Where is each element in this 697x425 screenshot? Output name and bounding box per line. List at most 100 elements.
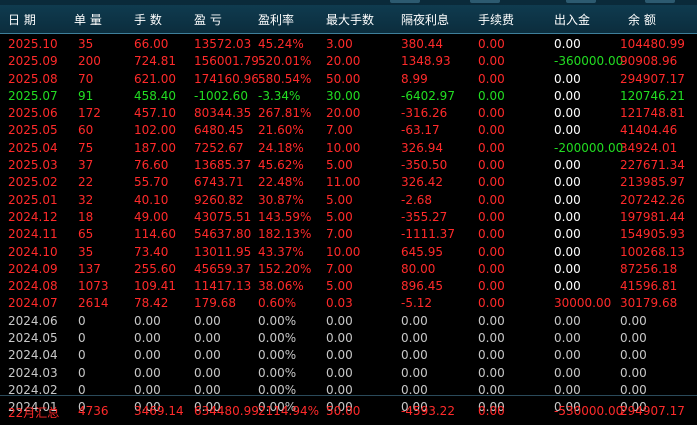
row-cell-lots: 78.42 xyxy=(134,296,169,311)
row-cell-max-lots: 3.00 xyxy=(326,37,353,51)
table-row[interactable]: 2025.08 70 621.00 174160.96 580.54% 50.00 8.99… xyxy=(0,71,697,88)
row-cell-deposit-withdraw: 0.00 xyxy=(554,175,581,190)
table-row[interactable]: 2024.10 35 73.40 13011.95 43.37% 10.00 645.95 0… xyxy=(0,244,697,261)
row-cell-balance: 197981.44 xyxy=(620,209,685,224)
row-cell-commission: 0.00 xyxy=(478,331,505,346)
row-cell-profit: 80344.35 xyxy=(194,106,252,121)
row-cell-date: 2024.10 xyxy=(8,244,58,259)
table-row[interactable]: 2024.11 65 114.60 54637.80 182.13% 7.00 -1111.… xyxy=(0,226,697,243)
row-cell-lots: 49.00 xyxy=(134,209,169,224)
table-row[interactable]: 2025.05 60 102.00 6480.45 21.60% 7.00 -63.17 0.… xyxy=(0,122,697,139)
row-cell-profit-rate: 43.37% xyxy=(258,244,304,259)
table-row[interactable]: 2025.06 172 457.10 80344.35 267.81% 20.00 -316… xyxy=(0,105,697,122)
row-cell-lots: 66.00 xyxy=(134,37,169,51)
column-header-swap[interactable]: 隔夜利息 xyxy=(401,11,449,28)
column-header-profit[interactable]: 盈 亏 xyxy=(194,11,222,28)
table-row[interactable]: 2025.09 200 724.81 156001.79 520.01% 20.00 134… xyxy=(0,53,697,70)
row-cell-swap: 0.00 xyxy=(401,365,428,380)
row-cell-lots: 0.00 xyxy=(134,348,161,363)
table-row[interactable]: 2024.06 0 0.00 0.00 0.00% 0.00 0.00 0.00 0.00 0.0… xyxy=(0,313,697,330)
row-cell-profit-rate: 520.01% xyxy=(258,54,312,69)
toolbar-button[interactable] xyxy=(390,0,420,3)
row-cell-balance: 90908.96 xyxy=(620,54,678,69)
column-header-lots[interactable]: 手 数 xyxy=(134,11,162,28)
row-cell-swap: 645.95 xyxy=(401,244,443,259)
row-cell-max-lots: 0.00 xyxy=(326,348,353,363)
row-cell-orders: 137 xyxy=(78,261,101,276)
row-cell-deposit-withdraw: 0.00 xyxy=(554,71,581,86)
toolbar-button[interactable] xyxy=(470,0,500,3)
table-row[interactable]: 2024.12 18 49.00 43075.51 143.59% 5.00 -355.27… xyxy=(0,209,697,226)
row-cell-date: 2025.09 xyxy=(8,54,58,69)
row-cell-profit: 6480.45 xyxy=(194,123,244,138)
row-cell-commission: 0.00 xyxy=(478,123,505,138)
row-cell-swap: -5.12 xyxy=(401,296,433,311)
column-header-deposit-withdraw[interactable]: 出入金 xyxy=(554,11,590,28)
column-header-orders[interactable]: 单 量 xyxy=(74,11,102,28)
summary-cell-swap: -4593.22 xyxy=(401,404,455,418)
table-row[interactable]: 2025.07 91 458.40 -1002.60 -3.34% 30.00 -6402.… xyxy=(0,88,697,105)
table-row[interactable]: 2024.05 0 0.00 0.00 0.00% 0.00 0.00 0.00 0.00 0.0… xyxy=(0,330,697,347)
row-cell-lots: 255.60 xyxy=(134,261,176,276)
toolbar-button[interactable] xyxy=(645,0,675,3)
row-cell-orders: 0 xyxy=(78,313,86,328)
row-cell-balance: 30179.68 xyxy=(620,296,678,311)
row-cell-deposit-withdraw: -200000.00 xyxy=(554,140,624,155)
row-cell-balance: 0.00 xyxy=(620,348,647,363)
row-cell-swap: -355.27 xyxy=(401,209,448,224)
row-cell-deposit-withdraw: 0.00 xyxy=(554,279,581,294)
row-cell-commission: 0.00 xyxy=(478,71,505,86)
row-cell-swap: 80.00 xyxy=(401,261,436,276)
row-cell-max-lots: 30.00 xyxy=(326,88,361,103)
row-cell-orders: 37 xyxy=(78,158,94,173)
summary-cell-lots: 3469.14 xyxy=(134,404,184,418)
table-row[interactable]: 2024.07 2614 78.42 179.68 0.60% 0.03 -5.12 0.00… xyxy=(0,295,697,312)
row-cell-lots: 40.10 xyxy=(134,192,169,207)
row-cell-profit: 174160.96 xyxy=(194,71,259,86)
table-header: 日 期 单 量 手 数 盈 亏 盈利率 最大手数 隔夜利息 手续费 出入金 余 … xyxy=(0,5,697,34)
row-cell-commission: 0.00 xyxy=(478,140,505,155)
column-header-balance[interactable]: 余 额 xyxy=(628,11,656,28)
column-header-commission[interactable]: 手续费 xyxy=(478,11,514,28)
row-cell-deposit-withdraw: 0.00 xyxy=(554,192,581,207)
summary-row: 22月汇总 4736 3469.14 634480.99 2114.94% 50.00 -4… xyxy=(0,403,697,421)
column-header-date[interactable]: 日 期 xyxy=(8,11,36,28)
table-row[interactable]: 2025.04 75 187.00 7252.67 24.18% 10.00 326.94 0… xyxy=(0,140,697,157)
row-cell-date: 2025.10 xyxy=(8,37,58,51)
column-header-max-lots[interactable]: 最大手数 xyxy=(326,11,374,28)
table-row[interactable]: 2024.03 0 0.00 0.00 0.00% 0.00 0.00 0.00 0.00 0.0… xyxy=(0,365,697,382)
column-header-profit-rate[interactable]: 盈利率 xyxy=(258,11,294,28)
toolbar-button[interactable] xyxy=(566,0,596,3)
summary-cell-date: 22月汇总 xyxy=(8,406,60,420)
row-cell-orders: 35 xyxy=(78,37,94,51)
table-row[interactable]: 2024.04 0 0.00 0.00 0.00% 0.00 0.00 0.00 0.00 0.0… xyxy=(0,347,697,364)
row-cell-date: 2025.06 xyxy=(8,106,58,121)
row-cell-profit-rate: 45.62% xyxy=(258,158,304,173)
table-row[interactable]: 2025.01 32 40.10 9260.82 30.87% 5.00 -2.68 0.00… xyxy=(0,192,697,209)
row-cell-balance: 0.00 xyxy=(620,331,647,346)
table-row[interactable]: 2025.02 22 55.70 6743.71 22.48% 11.00 326.42 0.… xyxy=(0,174,697,191)
row-cell-profit-rate: 45.24% xyxy=(258,37,304,51)
row-cell-deposit-withdraw: 0.00 xyxy=(554,365,581,380)
table-row[interactable]: 2024.02 0 0.00 0.00 0.00% 0.00 0.00 0.00 0.00 0.0… xyxy=(0,382,697,399)
row-cell-deposit-withdraw: -360000.00 xyxy=(554,54,624,69)
row-cell-orders: 35 xyxy=(78,244,94,259)
row-cell-swap: 0.00 xyxy=(401,348,428,363)
table-row[interactable]: 2025.10 35 66.00 13572.03 45.24% 3.00 380.44 0.… xyxy=(0,36,697,53)
row-cell-profit: 7252.67 xyxy=(194,140,244,155)
row-cell-commission: 0.00 xyxy=(478,158,505,173)
table-row[interactable]: 2024.08 1073 109.41 11417.13 38.06% 5.00 896.4… xyxy=(0,278,697,295)
row-cell-date: 2024.09 xyxy=(8,261,58,276)
row-cell-profit: -1002.60 xyxy=(194,88,248,103)
row-cell-lots: 0.00 xyxy=(134,331,161,346)
row-cell-swap: 896.45 xyxy=(401,279,443,294)
table-row[interactable]: 2025.03 37 76.60 13685.37 45.62% 5.00 -350.50 0… xyxy=(0,157,697,174)
summary-cell-profit: 634480.99 xyxy=(194,404,259,418)
row-cell-profit: 45659.37 xyxy=(194,261,252,276)
row-cell-max-lots: 7.00 xyxy=(326,123,353,138)
row-cell-deposit-withdraw: 0.00 xyxy=(554,348,581,363)
row-cell-commission: 0.00 xyxy=(478,279,505,294)
row-cell-lots: 187.00 xyxy=(134,140,176,155)
row-cell-commission: 0.00 xyxy=(478,313,505,328)
table-row[interactable]: 2024.09 137 255.60 45659.37 152.20% 7.00 80.00… xyxy=(0,261,697,278)
